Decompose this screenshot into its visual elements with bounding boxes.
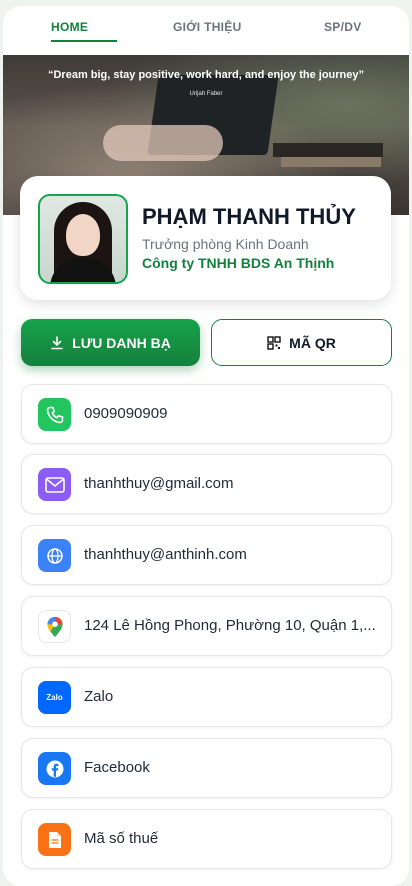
qr-code-label: MÃ QR [289, 334, 336, 351]
save-contact-button[interactable]: LƯU DANH BẠ [21, 319, 200, 366]
phone-icon [38, 398, 71, 431]
save-contact-label: LƯU DANH BẠ [72, 334, 171, 351]
top-tabs: HOME GIỚI THIỆU SP/DV [3, 6, 409, 54]
contact-row-phone[interactable]: 0909090909 [21, 384, 392, 444]
contact-row-zalo[interactable]: Zalo Zalo [21, 667, 392, 727]
books-illustration-2 [281, 157, 381, 167]
tab-products[interactable]: SP/DV [324, 20, 362, 34]
globe-icon [38, 539, 71, 572]
facebook-text: Facebook [84, 759, 150, 776]
facebook-icon [38, 752, 71, 785]
profile-company: Công ty TNHH BDS An Thịnh [142, 255, 335, 271]
document-icon [38, 823, 71, 856]
tab-home[interactable]: HOME [51, 20, 88, 34]
profile-card: PHẠM THANH THỦY Trưởng phòng Kinh Doanh … [20, 176, 391, 300]
contact-row-address[interactable]: 124 Lê Hồng Phong, Phường 10, Quận 1,... [21, 596, 392, 656]
hero-quote: “Dream big, stay positive, work hard, an… [47, 69, 365, 81]
website-text: thanhthuy@anthinh.com [84, 546, 247, 563]
profile-role: Trưởng phòng Kinh Doanh [142, 236, 309, 252]
contact-row-website[interactable]: thanhthuy@anthinh.com [21, 525, 392, 585]
tab-about[interactable]: GIỚI THIỆU [173, 20, 242, 34]
phone-text: 0909090909 [84, 405, 168, 422]
download-icon [51, 335, 63, 349]
profile-name: PHẠM THANH THỦY [142, 204, 356, 229]
mail-icon [38, 468, 71, 501]
zalo-icon: Zalo [38, 681, 71, 714]
contact-row-email[interactable]: thanhthuy@gmail.com [21, 454, 392, 514]
qr-code-icon [267, 335, 281, 350]
hands-illustration [103, 125, 223, 161]
email-text: thanhthuy@gmail.com [84, 475, 234, 492]
contact-row-facebook[interactable]: Facebook [21, 738, 392, 798]
address-text: 124 Lê Hồng Phong, Phường 10, Quận 1,... [84, 617, 376, 634]
avatar [38, 194, 128, 284]
books-illustration [273, 143, 383, 157]
qr-code-button[interactable]: MÃ QR [211, 319, 392, 366]
contact-row-tax[interactable]: Mã số thuế [21, 809, 392, 869]
tax-text: Mã số thuế [84, 830, 159, 847]
phone-frame: HOME GIỚI THIỆU SP/DV “Dream big, stay p… [3, 6, 409, 886]
map-pin-icon [38, 610, 71, 643]
hero-quote-author: Urijah Faber [189, 91, 223, 97]
active-tab-indicator [51, 40, 117, 42]
zalo-text: Zalo [84, 688, 114, 705]
